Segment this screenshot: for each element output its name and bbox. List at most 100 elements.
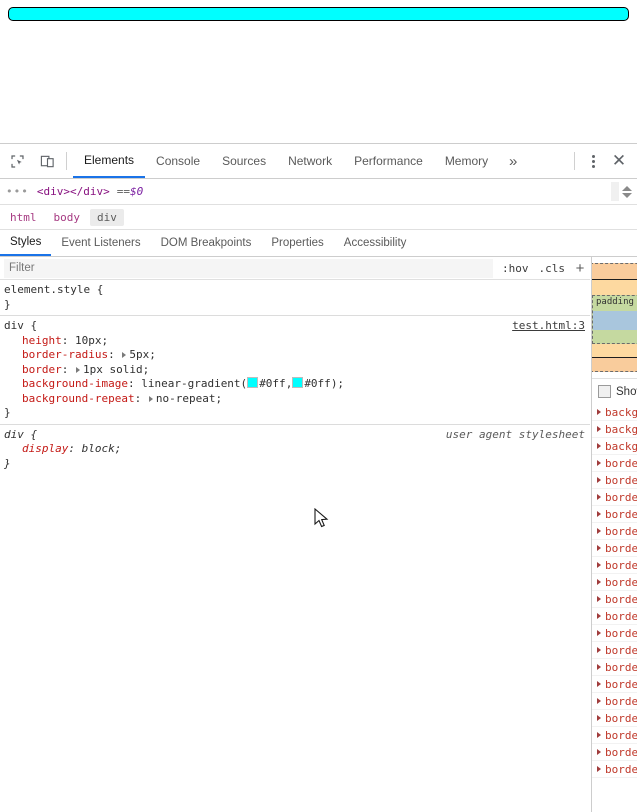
computed-property-row[interactable]: border-left-style — [592, 659, 637, 676]
computed-property-row[interactable]: border-top-color — [592, 744, 637, 761]
box-model-border-value[interactable]: 1 — [592, 282, 637, 295]
expand-triangle-icon[interactable] — [597, 511, 601, 517]
tab-styles[interactable]: Styles — [0, 230, 51, 256]
computed-property-row[interactable]: border-image-outset — [592, 557, 637, 574]
expand-triangle-icon[interactable] — [597, 630, 601, 636]
cls-button[interactable]: .cls — [534, 262, 571, 275]
device-toolbar-icon[interactable] — [34, 148, 60, 174]
computed-property-row[interactable]: border-bottom-right-radius — [592, 489, 637, 506]
box-model-margin-value[interactable]: − — [591, 266, 637, 279]
declaration-property[interactable]: border — [22, 363, 62, 376]
computed-property-row[interactable]: background-blend-mode — [592, 421, 637, 438]
more-tabs-icon[interactable]: » — [499, 144, 527, 178]
breadcrumb-item-html[interactable]: html — [3, 209, 44, 226]
declaration-value[interactable]: 1px solid — [83, 363, 143, 376]
computed-property-row[interactable]: border-image-slice — [592, 591, 637, 608]
computed-property-row[interactable]: border-bottom-color — [592, 455, 637, 472]
computed-property-row[interactable]: border-right-color — [592, 693, 637, 710]
computed-property-row[interactable]: border-right-style — [592, 710, 637, 727]
computed-property-row[interactable]: border-collapse — [592, 540, 637, 557]
tab-console[interactable]: Console — [145, 144, 211, 178]
computed-property-row[interactable]: border-bottom-style — [592, 506, 637, 523]
expand-triangle-icon[interactable] — [149, 396, 153, 402]
scroll-up-icon[interactable] — [622, 186, 632, 191]
close-icon[interactable]: ✕ — [605, 148, 633, 174]
declaration-border[interactable]: border: 1px solid; — [4, 363, 590, 378]
declaration-value[interactable]: no-repeat — [156, 392, 216, 405]
expand-triangle-icon[interactable] — [597, 494, 601, 500]
box-model-padding-value-bottom[interactable]: − — [593, 330, 637, 343]
expand-triangle-icon[interactable] — [597, 443, 601, 449]
expand-triangle-icon[interactable] — [597, 426, 601, 432]
filter-input[interactable] — [4, 259, 493, 278]
tab-accessibility[interactable]: Accessibility — [334, 230, 417, 256]
tab-performance[interactable]: Performance — [343, 144, 434, 178]
expand-triangle-icon[interactable] — [76, 367, 80, 373]
expand-triangle-icon[interactable] — [597, 562, 601, 568]
box-model-margin[interactable]: − 1 padding − 494 × 10 − 1 — [591, 263, 637, 372]
expand-triangle-icon[interactable] — [597, 409, 601, 415]
expand-triangle-icon[interactable] — [597, 477, 601, 483]
color-swatch-icon[interactable] — [247, 377, 258, 388]
expand-triangle-icon[interactable] — [122, 352, 126, 358]
breadcrumb-item-div[interactable]: div — [90, 209, 124, 226]
tab-memory[interactable]: Memory — [434, 144, 499, 178]
rule-origin-link[interactable]: test.html:3 — [512, 319, 585, 334]
tab-sources[interactable]: Sources — [211, 144, 277, 178]
declaration-border-radius[interactable]: border-radius: 5px; — [4, 348, 590, 363]
gradient-color-stop-2[interactable]: #0ff — [304, 377, 331, 390]
expand-triangle-icon[interactable] — [597, 528, 601, 534]
declaration-property[interactable]: border-radius — [22, 348, 108, 361]
expand-triangle-icon[interactable] — [597, 749, 601, 755]
expand-triangle-icon[interactable] — [597, 613, 601, 619]
tab-dom-breakpoints[interactable]: DOM Breakpoints — [151, 230, 262, 256]
rule-div-user-agent[interactable]: user agent stylesheet div { display: blo… — [0, 424, 590, 475]
box-model-margin-value-bottom[interactable]: − — [591, 358, 637, 371]
hov-button[interactable]: :hov — [497, 262, 534, 275]
declaration-background-repeat[interactable]: background-repeat: no-repeat; — [4, 392, 590, 407]
computed-property-row[interactable]: border-bottom-left-radius — [592, 472, 637, 489]
show-all-row[interactable]: Show all — [592, 378, 637, 404]
dom-open-tag[interactable]: <div> — [37, 185, 70, 198]
expand-triangle-icon[interactable] — [597, 715, 601, 721]
kebab-menu-icon[interactable] — [581, 148, 605, 174]
dom-ellipsis-icon[interactable]: ••• — [0, 185, 37, 198]
computed-property-row[interactable]: border-image-width — [592, 625, 637, 642]
inspect-element-icon[interactable] — [4, 148, 30, 174]
computed-property-row[interactable]: border-image-repeat — [592, 574, 637, 591]
dom-close-tag[interactable]: </div> — [70, 185, 110, 198]
declaration-height[interactable]: height: 10px; — [4, 334, 590, 349]
computed-property-row[interactable]: border-top-left-radius — [592, 761, 637, 778]
new-style-rule-button[interactable]: + — [570, 261, 590, 276]
declaration-value[interactable]: 10px — [75, 334, 102, 347]
expand-triangle-icon[interactable] — [597, 596, 601, 602]
rule-selector[interactable]: element.style { — [4, 283, 590, 298]
rule-element-style[interactable]: element.style { } — [0, 280, 590, 315]
declaration-property[interactable]: background-repeat — [22, 392, 135, 405]
rule-div-author[interactable]: test.html:3 div { height: 10px; border-r… — [0, 315, 590, 424]
computed-property-row[interactable]: border-left-color — [592, 642, 637, 659]
expand-triangle-icon[interactable] — [597, 579, 601, 585]
computed-property-row[interactable]: border-right-width — [592, 727, 637, 744]
scroll-down-icon[interactable] — [622, 193, 632, 198]
dom-scrollbar[interactable] — [611, 182, 619, 201]
computed-property-row[interactable]: border-image-source — [592, 608, 637, 625]
box-model-border-value-bottom[interactable]: 1 — [592, 344, 637, 357]
tab-event-listeners[interactable]: Event Listeners — [51, 230, 150, 256]
computed-property-row[interactable]: border-left-width — [592, 676, 637, 693]
color-swatch-icon[interactable] — [292, 377, 303, 388]
rule-selector[interactable]: div { — [4, 319, 590, 334]
dom-scroll-arrows[interactable] — [619, 179, 635, 204]
box-model-content[interactable]: 494 × 10 — [593, 311, 637, 330]
box-model-border[interactable]: 1 padding − 494 × 10 − 1 — [591, 279, 637, 358]
expand-triangle-icon[interactable] — [597, 460, 601, 466]
computed-property-row[interactable]: background-clip — [592, 438, 637, 455]
cyan-rounded-div[interactable] — [8, 7, 629, 21]
expand-triangle-icon[interactable] — [597, 681, 601, 687]
gradient-color-stop-1[interactable]: #0ff — [259, 377, 286, 390]
declaration-value[interactable]: 5px — [129, 348, 149, 361]
declaration-background-image[interactable]: background-image: linear-gradient(#0ff,#… — [4, 377, 590, 392]
computed-property-row[interactable]: border-bottom-width — [592, 523, 637, 540]
tab-properties[interactable]: Properties — [261, 230, 333, 256]
box-model-content-value[interactable]: 494 × 10 — [593, 314, 637, 327]
